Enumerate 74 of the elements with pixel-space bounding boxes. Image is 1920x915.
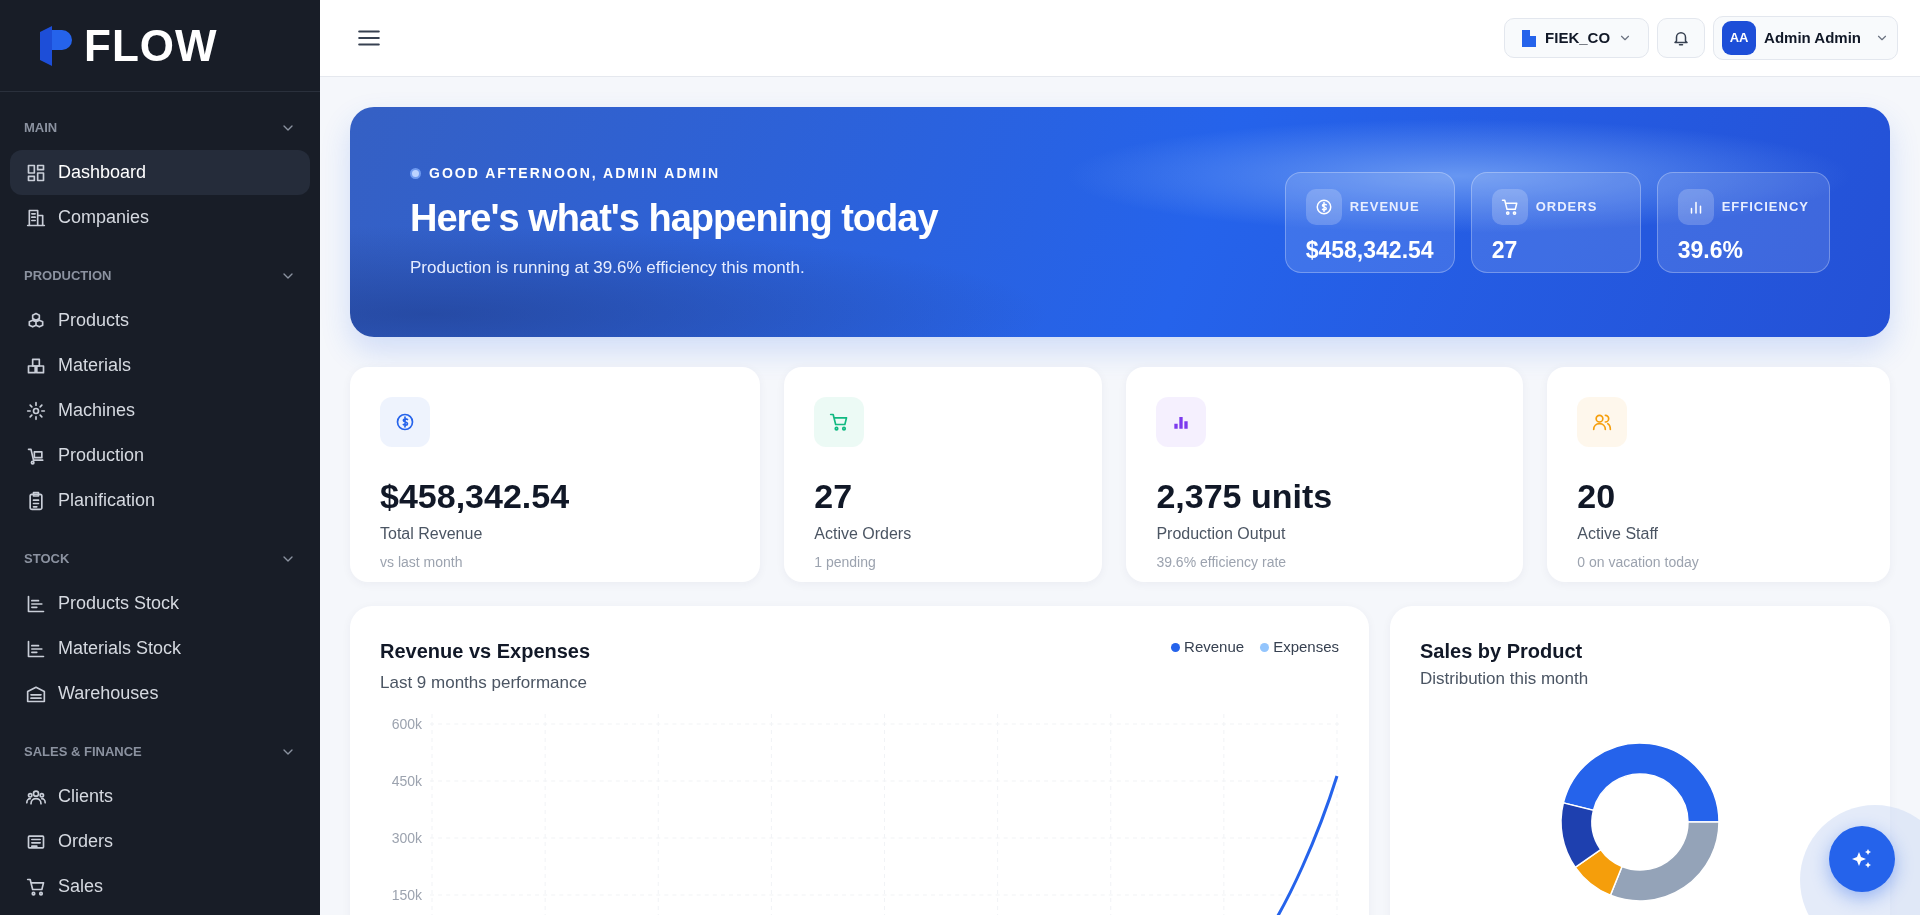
section-header[interactable]: PRODUCTION bbox=[0, 254, 320, 298]
section-header[interactable]: SALES & FINANCE bbox=[0, 730, 320, 774]
sidebar-item[interactable]: Materials bbox=[10, 343, 310, 388]
building-icon bbox=[26, 207, 46, 228]
metric-label: REVENUE bbox=[1349, 197, 1420, 216]
dollar-icon bbox=[395, 412, 415, 432]
sidebar-item[interactable]: Machines bbox=[10, 388, 310, 433]
stat-note: 0 on vacation today bbox=[1577, 553, 1700, 572]
cubes-icon bbox=[26, 310, 46, 331]
sidebar-item[interactable]: Production bbox=[10, 433, 310, 478]
axis-label: 150k bbox=[390, 885, 422, 905]
brand-name: FLOW bbox=[84, 19, 218, 72]
sidebar-item[interactable]: Materials Stock bbox=[10, 626, 310, 671]
axis-label: 600k bbox=[390, 714, 422, 734]
metric-value: 39.6% bbox=[1677, 235, 1744, 265]
chart-lines-icon bbox=[26, 638, 46, 659]
sidebar-item[interactable]: Dashboard bbox=[10, 150, 310, 195]
section-title: SALES & FINANCE bbox=[24, 743, 142, 762]
sidebar-item[interactable]: Companies bbox=[10, 195, 310, 240]
cart-icon bbox=[829, 412, 850, 432]
clipboard-icon bbox=[26, 490, 46, 511]
sidebar-item[interactable]: Orders bbox=[10, 819, 310, 864]
stat-value: 27 bbox=[814, 476, 854, 517]
metric-value: $458,342.54 bbox=[1305, 235, 1434, 265]
people-icon bbox=[1592, 412, 1613, 432]
section-header[interactable]: MAIN bbox=[0, 106, 320, 150]
bell-icon bbox=[1672, 29, 1691, 47]
section-title: STOCK bbox=[24, 550, 70, 569]
metric-value: 27 bbox=[1491, 235, 1519, 265]
axis-label: 450k bbox=[390, 771, 422, 791]
gear-icon bbox=[26, 400, 46, 421]
stat-note: vs last month bbox=[380, 553, 464, 572]
company-selector[interactable]: FIEK_CO bbox=[1504, 18, 1650, 58]
legend-label: Revenue bbox=[1184, 637, 1245, 657]
grid-icon bbox=[26, 162, 46, 183]
stat-label: Active Staff bbox=[1577, 524, 1659, 544]
greeting: GOOD AFTERNOON, ADMIN ADMIN bbox=[429, 164, 721, 184]
stat-value: 20 bbox=[1577, 476, 1617, 517]
building-icon bbox=[1521, 29, 1538, 47]
sidebar-item[interactable]: Warehouses bbox=[10, 671, 310, 716]
user-menu[interactable]: AA Admin Admin bbox=[1713, 16, 1898, 60]
sidebar-item[interactable]: Products bbox=[10, 298, 310, 343]
cart-icon bbox=[26, 876, 46, 897]
status-dot bbox=[410, 168, 421, 180]
legend-label: Expenses bbox=[1273, 637, 1339, 657]
chart-subtitle: Last 9 months performance bbox=[380, 672, 588, 694]
chart-lines-icon bbox=[26, 593, 46, 614]
metric-label: EFFICIENCY bbox=[1721, 197, 1809, 216]
stat-label: Active Orders bbox=[814, 524, 913, 544]
hero-title: Here's what's happening today bbox=[410, 196, 938, 242]
section-header[interactable]: STOCK bbox=[0, 537, 320, 581]
sidebar-item[interactable]: Planification bbox=[10, 478, 310, 523]
cart-icon bbox=[1500, 197, 1519, 216]
chart-title: Revenue vs Expenses bbox=[380, 639, 591, 664]
section-title: PRODUCTION bbox=[24, 267, 112, 286]
stat-value: 2,375 units bbox=[1156, 476, 1334, 517]
axis-label: 300k bbox=[390, 828, 422, 848]
section-title: MAIN bbox=[24, 119, 58, 138]
chart-title: Sales by Product bbox=[1420, 639, 1584, 664]
sidebar-item[interactable]: Clients bbox=[10, 774, 310, 819]
avatar: AA bbox=[1722, 21, 1757, 55]
hero-subtitle: Production is running at 39.6% efficiency this month. bbox=[410, 257, 806, 280]
metric-label: ORDERS bbox=[1535, 197, 1598, 216]
stat-note: 39.6% efficiency rate bbox=[1156, 553, 1288, 572]
sidebar-item[interactable]: Sales bbox=[10, 864, 310, 909]
stat-label: Production Output bbox=[1156, 524, 1287, 544]
stat-label: Total Revenue bbox=[380, 524, 484, 544]
stat-value: $458,342.54 bbox=[380, 476, 571, 517]
user-name: Admin Admin bbox=[1764, 27, 1861, 48]
chart-subtitle: Distribution this month bbox=[1420, 668, 1590, 690]
stat-note: 1 pending bbox=[814, 553, 877, 572]
dollar-icon bbox=[1314, 197, 1333, 216]
notification-button[interactable] bbox=[1657, 18, 1706, 58]
sidebar-item[interactable]: Products Stock bbox=[10, 581, 310, 626]
